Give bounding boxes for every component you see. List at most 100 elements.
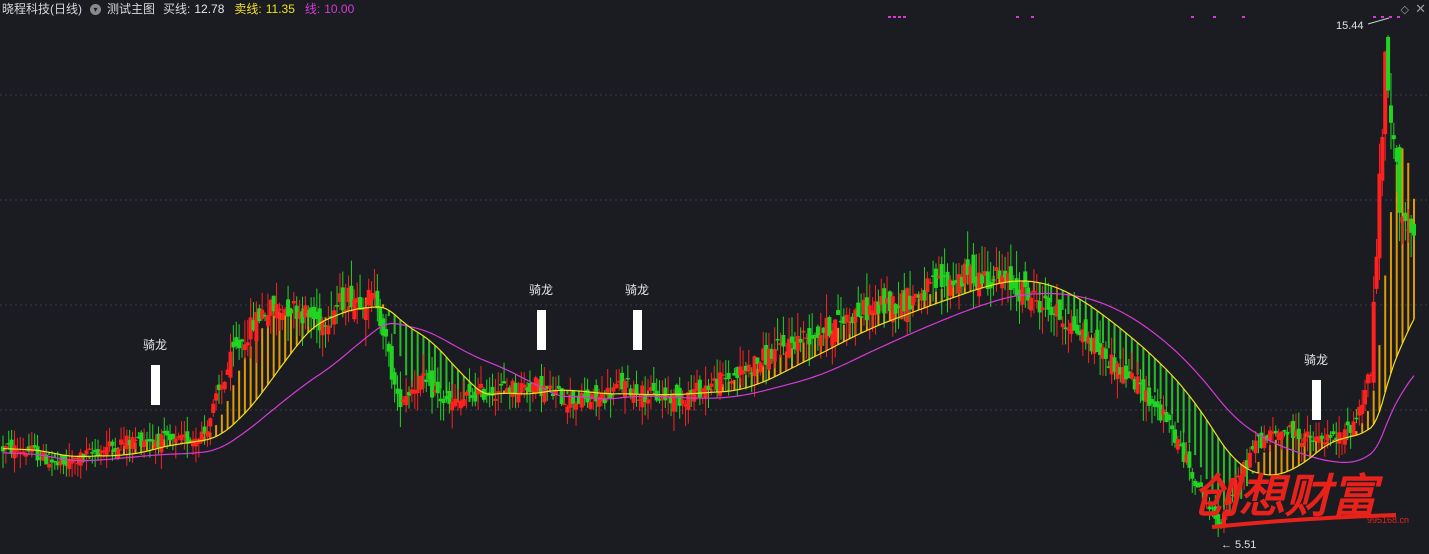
candle-body xyxy=(1345,421,1350,426)
candle-body xyxy=(614,383,619,389)
indicator-name[interactable]: 测试主图 xyxy=(107,1,155,17)
candle-body xyxy=(1374,256,1379,289)
candle-body xyxy=(758,362,763,373)
candle-body xyxy=(893,303,898,314)
candle-body xyxy=(265,315,270,326)
buy-line-value: 12.78 xyxy=(194,2,225,16)
candle-body xyxy=(1247,452,1252,468)
candle-body xyxy=(260,309,265,319)
close-icon[interactable]: ✕ xyxy=(1415,1,1426,17)
ma-ribbon xyxy=(30,148,1415,512)
candle-body xyxy=(801,330,806,333)
candle-body xyxy=(133,439,138,442)
candle-body xyxy=(335,305,340,307)
candle-body xyxy=(87,448,92,450)
candle-body xyxy=(430,370,435,398)
candle-body xyxy=(1029,297,1034,311)
high-label: 15.44 xyxy=(1336,20,1364,32)
candle-body xyxy=(1187,451,1192,468)
candle-body xyxy=(1135,376,1140,394)
candles xyxy=(1,35,1416,537)
candle-body xyxy=(746,364,751,372)
candle-body xyxy=(571,391,576,404)
candle-body xyxy=(1308,436,1313,438)
indicator-lines xyxy=(2,280,1415,476)
line-value: 10.00 xyxy=(324,2,355,16)
high-marker: 15.44 xyxy=(1336,17,1390,32)
candle-body xyxy=(1167,414,1172,421)
candle-body xyxy=(1403,212,1408,221)
candle-body xyxy=(1319,435,1324,439)
signal-block xyxy=(537,310,546,350)
candle-body xyxy=(522,384,527,388)
candle-body xyxy=(464,392,469,396)
candle-body xyxy=(772,348,777,362)
chart-area[interactable]: 骑龙 骑龙 骑龙 骑龙 创想财富 995168.cn 15.44 ← 5.51 晓程科… xyxy=(0,0,1429,551)
candle-body xyxy=(110,441,115,446)
candle-body xyxy=(657,399,662,401)
signal-block xyxy=(151,365,160,405)
candle-body xyxy=(625,377,630,380)
candle-body xyxy=(479,383,484,388)
candle-body xyxy=(170,433,175,439)
candle-body xyxy=(1322,442,1327,445)
candle-body xyxy=(1031,290,1036,293)
candle-body xyxy=(634,384,639,395)
candle-body xyxy=(245,342,250,346)
candle-body xyxy=(481,388,486,400)
candle-body xyxy=(1037,301,1042,313)
candle-body xyxy=(1412,223,1416,236)
candle-body xyxy=(421,373,426,376)
candle-body xyxy=(84,450,89,455)
candle-body xyxy=(291,300,296,304)
line-label: 线: xyxy=(304,2,321,16)
top-tick xyxy=(1191,16,1194,18)
signal-label: 骑龙 xyxy=(1304,353,1328,367)
candle-body xyxy=(1170,425,1175,430)
candle-body xyxy=(1299,442,1304,447)
candle-body xyxy=(130,436,135,449)
candle-body xyxy=(1354,417,1359,420)
candle-body xyxy=(502,381,507,384)
candle-body xyxy=(70,460,75,464)
top-tick xyxy=(1381,16,1384,18)
candle-body xyxy=(441,398,446,403)
candle-body xyxy=(15,450,20,452)
candle-body xyxy=(424,379,429,383)
candle-body xyxy=(404,395,409,406)
candle-body xyxy=(925,278,930,293)
candle-body xyxy=(398,389,403,408)
candle-body xyxy=(274,304,279,319)
candle-body xyxy=(859,316,864,318)
candle-body xyxy=(671,393,676,412)
top-tick xyxy=(1242,16,1245,18)
candle-body xyxy=(415,389,420,394)
candle-body xyxy=(418,375,423,390)
candle-body xyxy=(1129,372,1134,379)
candle-body xyxy=(574,403,579,410)
top-tick xyxy=(903,16,906,18)
signal-label: 骑龙 xyxy=(143,338,167,352)
sell-line-value: 11.35 xyxy=(265,2,295,16)
candle-body xyxy=(461,399,466,406)
candle-body xyxy=(836,310,841,315)
candle-body xyxy=(467,384,472,393)
signal-label: 骑龙 xyxy=(625,283,649,297)
candle-body xyxy=(303,305,308,318)
candle-body xyxy=(1380,136,1385,181)
candle-body xyxy=(709,383,714,387)
candle-body xyxy=(286,299,291,317)
signal-block xyxy=(1312,380,1321,420)
chevron-down-icon[interactable]: ▾ xyxy=(90,3,101,15)
candle-body xyxy=(562,403,567,406)
candle-body xyxy=(214,393,219,401)
diamond-icon[interactable]: ◇ xyxy=(1401,3,1409,16)
candle-body xyxy=(228,351,233,378)
candle-body xyxy=(1386,36,1391,91)
candle-body xyxy=(663,387,668,401)
candle-body xyxy=(159,434,164,453)
candle-body xyxy=(692,389,697,402)
low-arrow: ← xyxy=(1221,539,1232,549)
watermark-url: 995168.cn xyxy=(1367,515,1409,525)
candle-body xyxy=(375,290,380,309)
